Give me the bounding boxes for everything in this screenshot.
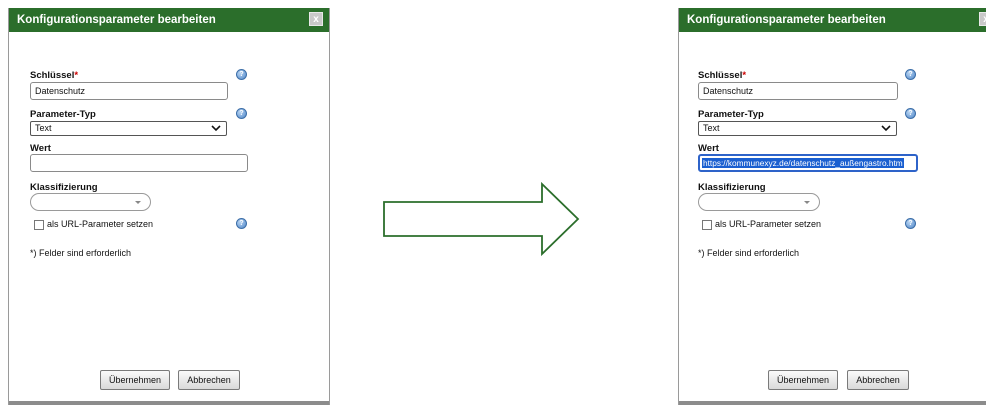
dropdown-arrow-icon: [804, 201, 810, 204]
url-param-label: als URL-Parameter setzen: [47, 219, 154, 229]
dropdown-arrow-icon: [135, 201, 141, 204]
classification-select[interactable]: [30, 193, 151, 211]
chevron-down-icon: [211, 125, 221, 132]
dialog-bottom-edge: [679, 401, 986, 405]
required-note: *) Felder sind erforderlich: [30, 248, 132, 258]
type-select[interactable]: Text: [698, 121, 897, 136]
cancel-button[interactable]: Abbrechen: [178, 370, 240, 390]
value-input[interactable]: https://kommunexyz.de/datenschutz_außeng…: [698, 154, 918, 172]
url-param-checkbox[interactable]: [34, 220, 44, 230]
url-param-help-icon[interactable]: ?: [236, 218, 247, 229]
dialog-after: Konfigurationsparameter bearbeiten x Sch…: [678, 8, 986, 405]
dialog-before: Konfigurationsparameter bearbeiten x Sch…: [8, 8, 330, 405]
apply-button[interactable]: Übernehmen: [768, 370, 838, 390]
type-select-value: Text: [703, 123, 720, 133]
dialog-title: Konfigurationsparameter bearbeiten: [17, 14, 216, 26]
dialog-titlebar: Konfigurationsparameter bearbeiten: [9, 8, 329, 32]
value-input-selected-text: https://kommunexyz.de/datenschutz_außeng…: [702, 158, 904, 168]
key-help-icon[interactable]: ?: [905, 69, 916, 80]
type-help-icon[interactable]: ?: [905, 108, 916, 119]
close-button[interactable]: x: [309, 12, 323, 26]
url-param-label: als URL-Parameter setzen: [715, 219, 822, 229]
dialog-bottom-edge: [9, 401, 329, 405]
classification-label: Klassifizierung: [698, 182, 766, 193]
close-button[interactable]: x: [979, 12, 986, 26]
dialog-titlebar: Konfigurationsparameter bearbeiten: [679, 8, 986, 32]
type-select-value: Text: [35, 123, 52, 133]
chevron-down-icon: [881, 125, 891, 132]
apply-button[interactable]: Übernehmen: [100, 370, 170, 390]
key-help-icon[interactable]: ?: [236, 69, 247, 80]
dialog-title: Konfigurationsparameter bearbeiten: [687, 14, 886, 26]
value-label: Wert: [30, 143, 51, 154]
cancel-button[interactable]: Abbrechen: [847, 370, 909, 390]
value-label: Wert: [698, 143, 719, 154]
url-param-checkbox[interactable]: [702, 220, 712, 230]
url-param-help-icon[interactable]: ?: [905, 218, 916, 229]
classification-select[interactable]: [698, 193, 820, 211]
key-label: Schlüssel*: [30, 70, 79, 81]
type-select[interactable]: Text: [30, 121, 227, 136]
type-help-icon[interactable]: ?: [236, 108, 247, 119]
key-input[interactable]: Datenschutz: [30, 82, 228, 100]
right-arrow-icon: [383, 182, 580, 256]
required-note: *) Felder sind erforderlich: [698, 248, 800, 258]
key-input[interactable]: Datenschutz: [698, 82, 898, 100]
type-label: Parameter-Typ: [30, 109, 96, 120]
key-label: Schlüssel*: [698, 70, 747, 81]
type-label: Parameter-Typ: [698, 109, 764, 120]
value-input[interactable]: [30, 154, 248, 172]
classification-label: Klassifizierung: [30, 182, 98, 193]
